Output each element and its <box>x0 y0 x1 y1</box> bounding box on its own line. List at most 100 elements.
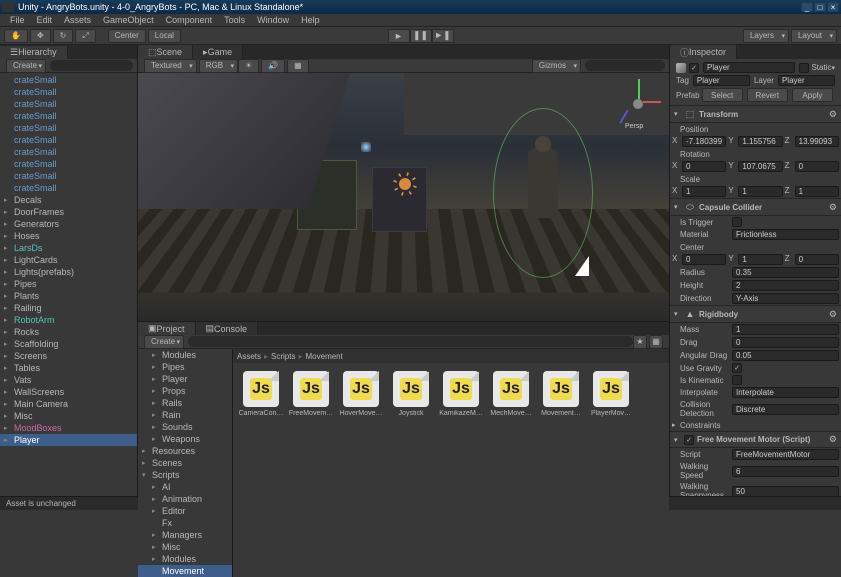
kinematic-check[interactable] <box>732 375 742 385</box>
play-button[interactable]: ► <box>388 29 410 43</box>
shading-mode[interactable]: Textured <box>144 59 197 73</box>
transform-header[interactable]: ▾⬚Transform⚙ <box>670 105 841 123</box>
name-field[interactable]: Player <box>703 62 795 73</box>
asset-item[interactable]: JsHoverMove… <box>341 371 381 569</box>
gear-icon[interactable]: ⚙ <box>829 109 837 120</box>
hierarchy-item[interactable]: crateSmall <box>0 134 137 146</box>
prefab-apply[interactable]: Apply <box>792 88 833 102</box>
hand-tool[interactable]: ✋ <box>4 29 28 43</box>
hierarchy-item[interactable]: crateSmall <box>0 86 137 98</box>
scene-2d-toggle[interactable]: ☀ <box>238 59 259 73</box>
close-button[interactable]: × <box>827 2 839 12</box>
breadcrumb-item[interactable]: Movement <box>306 352 343 361</box>
tree-item[interactable]: ▸Scenes <box>138 457 232 469</box>
hierarchy-item[interactable]: ▸Plants <box>0 290 137 302</box>
layers-dropdown[interactable]: Layers <box>743 29 789 43</box>
pivot-center[interactable]: Center <box>108 29 146 43</box>
hierarchy-tree[interactable]: crateSmall crateSmall crateSmall crateSm… <box>0 73 137 496</box>
center-x[interactable]: 0 <box>682 254 726 265</box>
scale-z[interactable]: 1 <box>795 186 839 197</box>
hierarchy-item[interactable]: ▸Screens <box>0 350 137 362</box>
orientation-gizmo[interactable]: Persp <box>613 79 663 129</box>
rot-z[interactable]: 0 <box>795 161 839 172</box>
hierarchy-item[interactable]: ▸Pipes <box>0 278 137 290</box>
gear-icon[interactable]: ⚙ <box>829 434 837 445</box>
rot-y[interactable]: 107.0675 <box>738 161 782 172</box>
move-tool[interactable]: ✥ <box>30 29 51 43</box>
project-tab[interactable]: ▣ Project <box>138 322 196 335</box>
hierarchy-tab[interactable]: ☰ Hierarchy <box>0 46 68 59</box>
hierarchy-item[interactable]: ▸LarsDs <box>0 242 137 254</box>
hierarchy-item[interactable]: ▸Vats <box>0 374 137 386</box>
project-filter-1[interactable]: ★ <box>633 335 647 349</box>
walksnap-field[interactable]: 50 <box>732 486 839 497</box>
hierarchy-item[interactable]: ▸LightCards <box>0 254 137 266</box>
hierarchy-item[interactable]: ▸Main Camera <box>0 398 137 410</box>
asset-item[interactable]: JsPlayerMov… <box>591 371 631 569</box>
tag-field[interactable]: Player <box>693 75 750 86</box>
asset-item[interactable]: JsCameraCon… <box>241 371 281 569</box>
istrigger-check[interactable] <box>732 217 742 227</box>
hierarchy-item[interactable]: ▸Generators <box>0 218 137 230</box>
gear-icon[interactable]: ⚙ <box>829 202 837 213</box>
hierarchy-item[interactable]: crateSmall <box>0 110 137 122</box>
breadcrumb-item[interactable]: Scripts <box>271 352 295 361</box>
scale-y[interactable]: 1 <box>738 186 782 197</box>
hierarchy-item[interactable]: ▸Lights(prefabs) <box>0 266 137 278</box>
scene-tab[interactable]: ⬚ Scene <box>138 45 193 59</box>
menu-component[interactable]: Component <box>160 15 219 25</box>
project-filter-2[interactable]: ▦ <box>649 335 663 349</box>
gravity-check[interactable]: ✓ <box>732 363 742 373</box>
tree-item[interactable]: ▸Pipes <box>138 361 232 373</box>
tree-item[interactable]: ▸Weapons <box>138 433 232 445</box>
hierarchy-item[interactable]: ▸Scaffolding <box>0 338 137 350</box>
minimize-button[interactable]: _ <box>801 2 813 12</box>
scale-tool[interactable]: ⤢ <box>75 29 95 43</box>
hierarchy-item[interactable]: ▸Decals <box>0 194 137 206</box>
player-character[interactable] <box>513 128 573 258</box>
menu-assets[interactable]: Assets <box>58 15 97 25</box>
menu-help[interactable]: Help <box>295 15 326 25</box>
hierarchy-item[interactable]: ▸Hoses <box>0 230 137 242</box>
scene-fx-toggle[interactable]: ▦ <box>287 59 309 73</box>
fmm-header[interactable]: ▾✓Free Movement Motor (Script)⚙ <box>670 431 841 448</box>
project-search[interactable] <box>188 336 633 347</box>
center-z[interactable]: 0 <box>795 254 839 265</box>
tree-item[interactable]: ▸Rails <box>138 397 232 409</box>
walkspeed-field[interactable]: 6 <box>732 466 839 477</box>
prefab-select[interactable]: Select <box>702 88 743 102</box>
hierarchy-item[interactable]: crateSmall <box>0 182 137 194</box>
pos-y[interactable]: 1.155756 <box>738 136 782 147</box>
height-field[interactable]: 2 <box>732 280 839 291</box>
project-tree[interactable]: ▸Modules ▸Pipes ▸Player ▸Props ▸Rails ▸R… <box>138 349 233 577</box>
gizmos-dropdown[interactable]: Gizmos <box>532 59 581 73</box>
menu-edit[interactable]: Edit <box>31 15 59 25</box>
light-gizmo-icon[interactable] <box>393 172 417 196</box>
static-checkbox[interactable] <box>799 63 809 73</box>
hierarchy-item[interactable]: ▸Railing <box>0 302 137 314</box>
tree-item[interactable]: ▸AI <box>138 481 232 493</box>
hierarchy-item[interactable]: ▸Tables <box>0 362 137 374</box>
tree-item-movement[interactable]: Movement <box>138 565 232 577</box>
tree-item[interactable]: ▸Managers <box>138 529 232 541</box>
hierarchy-item-player[interactable]: ▸Player <box>0 434 137 446</box>
tree-item[interactable]: ▸Modules <box>138 349 232 361</box>
asset-item[interactable]: JsJoystick <box>391 371 431 569</box>
rot-x[interactable]: 0 <box>682 161 726 172</box>
menu-window[interactable]: Window <box>251 15 295 25</box>
tree-item[interactable]: ▾Scripts <box>138 469 232 481</box>
layout-dropdown[interactable]: Layout <box>791 29 837 43</box>
tree-item[interactable]: ▸Props <box>138 385 232 397</box>
project-create[interactable]: Create <box>144 335 184 349</box>
mass-field[interactable]: 1 <box>732 324 839 335</box>
rigidbody-header[interactable]: ▾▲Rigidbody⚙ <box>670 305 841 323</box>
asset-grid[interactable]: JsCameraCon… JsFreeMovem… JsHoverMove… J… <box>233 363 669 577</box>
hierarchy-item[interactable]: crateSmall <box>0 158 137 170</box>
pause-button[interactable]: ❚❚ <box>410 29 432 43</box>
hierarchy-item[interactable]: ▸MoodBoxes <box>0 422 137 434</box>
hierarchy-item[interactable]: crateSmall <box>0 122 137 134</box>
interpolate-field[interactable]: Interpolate <box>732 387 839 398</box>
tree-item[interactable]: ▸Editor <box>138 505 232 517</box>
hierarchy-search[interactable] <box>50 60 133 71</box>
material-field[interactable]: Frictionless <box>732 229 839 240</box>
